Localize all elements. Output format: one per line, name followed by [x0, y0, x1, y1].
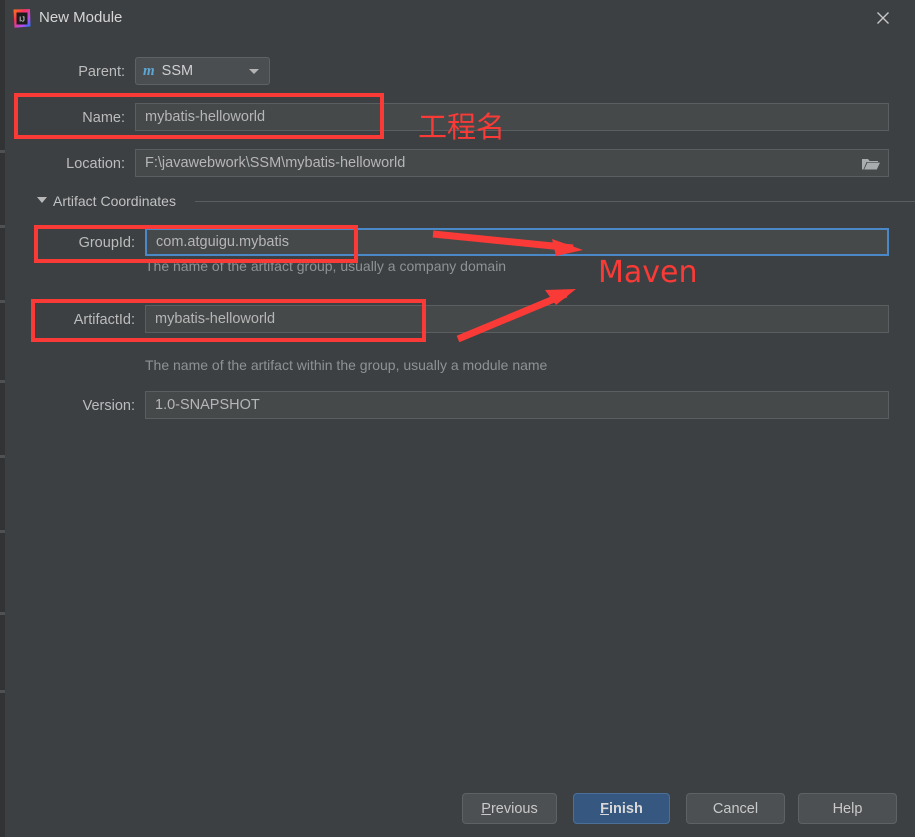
parent-dropdown[interactable]: m SSM: [135, 57, 270, 85]
dialog-button-bar: Previous Finish Cancel Help: [5, 786, 915, 837]
location-input[interactable]: F:\javawebwork\SSM\mybatis-helloworld: [135, 149, 889, 177]
parent-label: Parent:: [78, 64, 125, 80]
artifact-coordinates-section-header[interactable]: Artifact Coordinates: [35, 191, 915, 211]
version-label: Version:: [82, 398, 135, 414]
close-icon[interactable]: [861, 3, 905, 33]
location-input-value: F:\javawebwork\SSM\mybatis-helloworld: [145, 155, 406, 171]
group-id-hint: The name of the artifact group, usually …: [145, 258, 507, 274]
svg-text:IJ: IJ: [19, 15, 25, 24]
new-module-dialog: IJ New Module Parent: m SSM Name: mybati…: [0, 0, 915, 837]
chevron-down-icon: [249, 69, 259, 74]
maven-m-icon: m: [143, 62, 155, 79]
intellij-idea-icon: IJ: [11, 8, 32, 29]
location-label: Location:: [66, 156, 125, 172]
name-input[interactable]: mybatis-helloworld: [135, 103, 889, 131]
artifact-id-hint: The name of the artifact within the grou…: [145, 357, 548, 373]
folder-icon[interactable]: [860, 155, 882, 173]
previous-button-label: Previous: [481, 800, 538, 817]
group-id-input-value: com.atguigu.mybatis: [156, 234, 289, 250]
parent-value: SSM: [161, 63, 194, 79]
version-input[interactable]: 1.0-SNAPSHOT: [145, 391, 889, 419]
finish-button[interactable]: Finish: [573, 793, 670, 824]
cancel-button[interactable]: Cancel: [686, 793, 785, 824]
section-title: Artifact Coordinates: [53, 193, 176, 209]
module-form: Parent: m SSM Name: mybatis-helloworld L…: [5, 36, 915, 776]
window-title: New Module: [39, 9, 123, 26]
finish-button-label: Finish: [600, 800, 643, 817]
previous-button[interactable]: Previous: [462, 793, 557, 824]
group-id-label: GroupId:: [78, 235, 135, 251]
artifact-id-label: ArtifactId:: [73, 312, 135, 328]
artifact-id-input[interactable]: mybatis-helloworld: [145, 305, 889, 333]
name-input-value: mybatis-helloworld: [145, 109, 266, 125]
version-input-value: 1.0-SNAPSHOT: [155, 397, 260, 413]
title-bar: IJ New Module: [5, 0, 915, 36]
name-label: Name:: [82, 110, 125, 126]
help-button[interactable]: Help: [798, 793, 897, 824]
group-id-input[interactable]: com.atguigu.mybatis: [145, 228, 889, 256]
chevron-down-icon: [37, 197, 47, 203]
section-divider: [195, 201, 915, 202]
artifact-id-input-value: mybatis-helloworld: [155, 311, 276, 327]
